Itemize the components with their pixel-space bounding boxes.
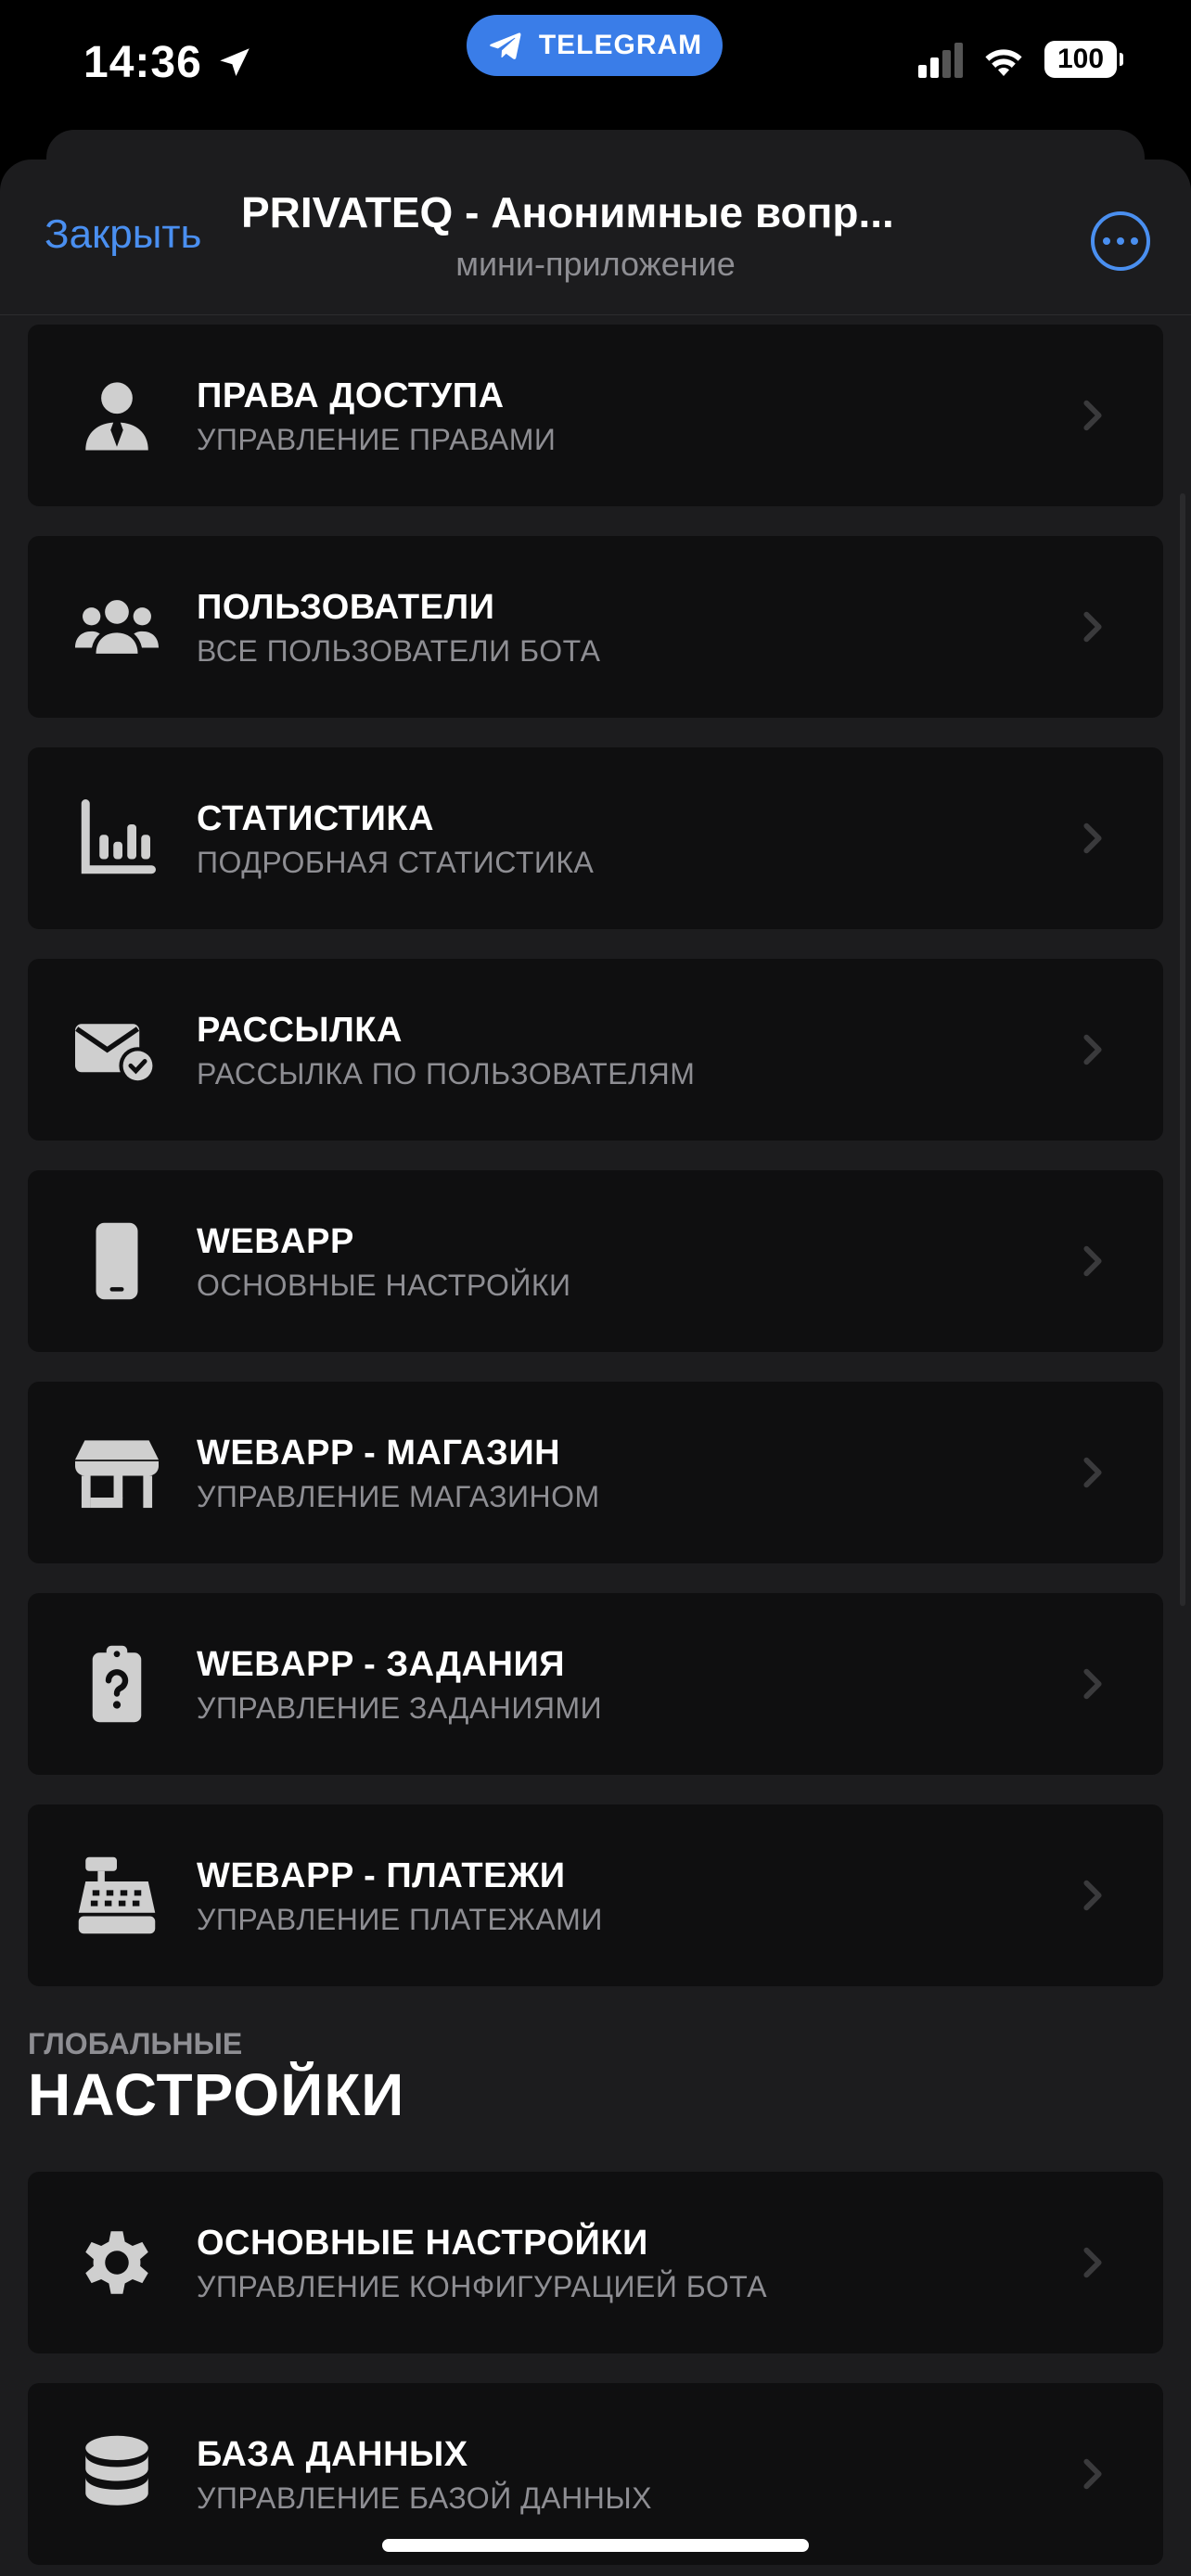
menu-item-subtitle: ВСЕ ПОЛЬЗОВАТЕЛИ БОТА [197,634,601,668]
status-bar: 14:36 TELEGRAM 100 [0,0,1191,130]
menu-item-title: РАССЫЛКА [197,1011,403,1050]
users-icon [70,580,163,673]
menu-item-subtitle: УПРАВЛЕНИЕ КОНФИГУРАЦИЕЙ БОТА [197,2270,768,2303]
menu-item-title: WEBAPP - ЗАДАНИЯ [197,1645,566,1684]
menu-item-database[interactable]: БАЗА ДАННЫХ УПРАВЛЕНИЕ БАЗОЙ ДАННЫХ [28,2383,1163,2565]
menu-item-subtitle: УПРАВЛЕНИЕ ПЛАТЕЖАМИ [197,1903,603,1936]
clipboard-question-icon [70,1638,163,1730]
chevron-right-icon [1074,1243,1111,1280]
menu-item-title: WEBAPP - ПЛАТЕЖИ [197,1856,566,1895]
menu-item-title: WEBAPP - МАГАЗИН [197,1434,561,1473]
menu-item-subtitle: УПРАВЛЕНИЕ БАЗОЙ ДАННЫХ [197,2481,652,2515]
mini-app-header: Закрыть PRIVATEQ - Анонимные вопр... мин… [0,159,1191,315]
battery-icon: 100 [1044,41,1123,78]
chevron-right-icon [1074,608,1111,645]
menu-item-general-settings[interactable]: ОСНОВНЫЕ НАСТРОЙКИ УПРАВЛЕНИЕ КОНФИГУРАЦ… [28,2172,1163,2353]
section-kicker: ГЛОБАЛЬНЫЕ [28,2027,243,2060]
menu-item-webapp-tasks[interactable]: WEBAPP - ЗАДАНИЯ УПРАВЛЕНИЕ ЗАДАНИЯМИ [28,1593,1163,1775]
menu-item-subtitle: ПОДРОБНАЯ СТАТИСТИКА [197,846,595,879]
menu-item-statistics[interactable]: СТАТИСТИКА ПОДРОБНАЯ СТАТИСТИКА [28,747,1163,929]
menu-item-title: ОСНОВНЫЕ НАСТРОЙКИ [197,2224,648,2263]
menu-item-mailing[interactable]: РАССЫЛКА РАССЫЛКА ПО ПОЛЬЗОВАТЕЛЯМ [28,959,1163,1141]
chevron-right-icon [1074,1454,1111,1491]
menu-item-webapp[interactable]: WEBAPP ОСНОВНЫЕ НАСТРОЙКИ [28,1170,1163,1352]
chevron-right-icon [1074,1877,1111,1914]
chevron-right-icon [1074,2244,1111,2281]
location-arrow-icon [220,47,250,76]
wifi-icon [985,49,1022,76]
chevron-right-icon [1074,1031,1111,1068]
menu-item-subtitle: УПРАВЛЕНИЕ ЗАДАНИЯМИ [197,1691,603,1725]
menu-item-title: WEBAPP [197,1222,354,1261]
chevron-right-icon [1074,397,1111,434]
user-tie-icon [70,369,163,462]
telegram-pill-label: TELEGRAM [538,30,703,60]
scrollbar[interactable] [1180,493,1185,1606]
menu-item-title: СТАТИСТИКА [197,799,435,838]
gear-icon [70,2216,163,2309]
home-indicator[interactable] [382,2539,809,2552]
menu-item-access-rights[interactable]: ПРАВА ДОСТУПА УПРАВЛЕНИЕ ПРАВАМИ [28,325,1163,506]
envelope-check-icon [70,1003,163,1096]
shop-icon [70,1426,163,1519]
telegram-icon [489,32,521,59]
battery-level: 100 [1057,44,1105,74]
menu-item-subtitle: УПРАВЛЕНИЕ МАГАЗИНОМ [197,1480,600,1513]
time-label: 14:36 [83,38,202,87]
section-title: НАСТРОЙКИ [28,2061,405,2128]
menu-item-webapp-payments[interactable]: WEBAPP - ПЛАТЕЖИ УПРАВЛЕНИЕ ПЛАТЕЖАМИ [28,1804,1163,1986]
database-icon [70,2428,163,2520]
chevron-right-icon [1074,820,1111,857]
app-subtitle: мини-приложение [455,245,736,283]
menu-item-users[interactable]: ПОЛЬЗОВАТЕЛИ ВСЕ ПОЛЬЗОВАТЕЛИ БОТА [28,536,1163,718]
status-indicators: 100 [918,41,1123,78]
mini-app-sheet: Закрыть PRIVATEQ - Анонимные вопр... мин… [0,159,1191,2576]
chevron-right-icon [1074,1665,1111,1702]
chevron-right-icon [1074,2455,1111,2493]
menu-item-subtitle: УПРАВЛЕНИЕ ПРАВАМИ [197,423,557,456]
cash-register-icon [70,1849,163,1942]
app-title: PRIVATEQ - Анонимные вопр... [241,188,894,236]
menu-item-title: БАЗА ДАННЫХ [197,2435,468,2474]
cellular-signal-icon [918,41,963,78]
phone-icon [70,1215,163,1307]
menu-item-webapp-shop[interactable]: WEBAPP - МАГАЗИН УПРАВЛЕНИЕ МАГАЗИНОМ [28,1382,1163,1563]
telegram-pill[interactable]: TELEGRAM [467,15,723,76]
menu-item-subtitle: ОСНОВНЫЕ НАСТРОЙКИ [197,1269,571,1302]
menu-item-title: ПРАВА ДОСТУПА [197,376,505,415]
screen: 14:36 TELEGRAM 100 Закрыть PRIVATEQ - Ан… [0,0,1191,2576]
menu-item-title: ПОЛЬЗОВАТЕЛИ [197,588,495,627]
more-options-button[interactable] [1091,211,1150,271]
chart-icon [70,792,163,885]
clock: 14:36 [83,37,254,88]
menu-item-subtitle: РАССЫЛКА ПО ПОЛЬЗОВАТЕЛЯМ [197,1057,696,1090]
